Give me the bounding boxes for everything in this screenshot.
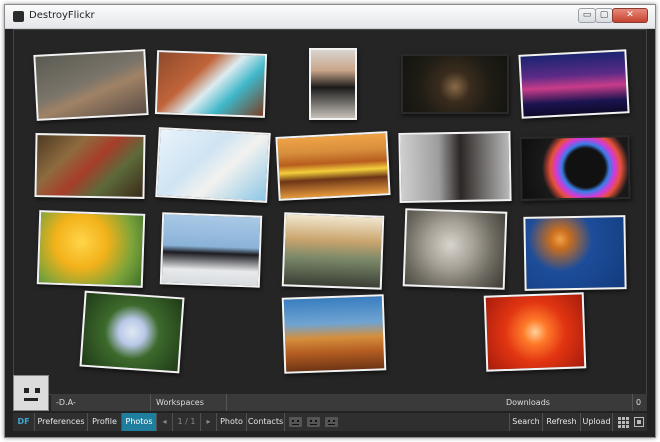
photo-octopus-sculpture[interactable] bbox=[33, 49, 149, 121]
photo-hamburger[interactable] bbox=[275, 131, 391, 201]
photo-desert-butte[interactable] bbox=[281, 294, 387, 374]
window-title: DestroyFlickr bbox=[29, 10, 95, 21]
photo-waterfall[interactable] bbox=[154, 50, 268, 118]
photos-tab[interactable]: Photos bbox=[122, 413, 157, 431]
downloads-count: 0 bbox=[636, 398, 642, 407]
next-page-button[interactable]: ▸ bbox=[201, 413, 217, 431]
avatar-eye bbox=[35, 388, 40, 393]
photo-dark-portrait[interactable] bbox=[401, 54, 509, 114]
face-icon[interactable] bbox=[325, 417, 338, 427]
photo-tulips[interactable] bbox=[36, 210, 146, 288]
app-icon bbox=[13, 11, 24, 22]
contacts-button[interactable]: Contacts bbox=[247, 413, 285, 431]
bottom-panel: -D.A- Workspaces Downloads 0 DF Preferen… bbox=[13, 375, 647, 433]
preferences-button[interactable]: Preferences bbox=[35, 413, 88, 431]
profile-tab[interactable]: Profile bbox=[88, 413, 122, 431]
refresh-button[interactable]: Refresh bbox=[543, 413, 581, 431]
main-toolbar: DF Preferences Profile Photos ◂ 1 / 1 ▸ … bbox=[13, 413, 647, 431]
photo-button[interactable]: Photo bbox=[217, 413, 247, 431]
photo-jellyfish[interactable] bbox=[523, 215, 627, 291]
prev-page-button[interactable]: ◂ bbox=[157, 413, 173, 431]
avatar-eye bbox=[24, 388, 29, 393]
photo-party-cartoon[interactable] bbox=[34, 133, 146, 199]
photo-lighthouse[interactable] bbox=[281, 212, 385, 290]
avatar-mouth bbox=[24, 398, 38, 401]
df-logo-button[interactable]: DF bbox=[13, 413, 35, 431]
face-icon[interactable] bbox=[289, 417, 302, 427]
fullscreen-icon[interactable] bbox=[634, 417, 644, 427]
app-window: DestroyFlickr ▭ ▢ ✕ -D.A- Workspaces Dow… bbox=[4, 4, 656, 438]
info-bar: -D.A- Workspaces Downloads 0 bbox=[51, 394, 647, 411]
photo-city-skyline-night[interactable] bbox=[518, 49, 630, 119]
photo-koala[interactable] bbox=[402, 208, 508, 290]
title-bar[interactable]: DestroyFlickr ▭ ▢ ✕ bbox=[5, 5, 655, 29]
close-button[interactable]: ✕ bbox=[612, 8, 648, 23]
photo-woman-grey[interactable] bbox=[398, 131, 512, 203]
page-indicator: 1 / 1 bbox=[173, 413, 201, 431]
minimize-button[interactable]: ▭ bbox=[578, 8, 596, 23]
photo-penguins[interactable] bbox=[159, 212, 263, 288]
upload-button[interactable]: Upload bbox=[581, 413, 613, 431]
photo-hydrangea[interactable] bbox=[79, 290, 185, 374]
buddy-icon[interactable] bbox=[13, 375, 49, 411]
photo-neon-ring[interactable] bbox=[519, 135, 631, 201]
photo-salad-cartoon[interactable] bbox=[155, 127, 271, 203]
photo-woman-black-dress[interactable] bbox=[309, 48, 357, 120]
username-label: -D.A- bbox=[51, 394, 151, 411]
face-icon[interactable] bbox=[307, 417, 320, 427]
downloads-label[interactable]: Downloads bbox=[501, 394, 633, 411]
workspaces-button[interactable]: Workspaces bbox=[151, 394, 227, 411]
maximize-button[interactable]: ▢ bbox=[595, 8, 613, 23]
photo-red-chrysanthemum[interactable] bbox=[483, 292, 587, 372]
search-button[interactable]: Search bbox=[509, 413, 543, 431]
grid-view-icon[interactable] bbox=[618, 417, 629, 428]
photo-canvas bbox=[13, 29, 647, 395]
